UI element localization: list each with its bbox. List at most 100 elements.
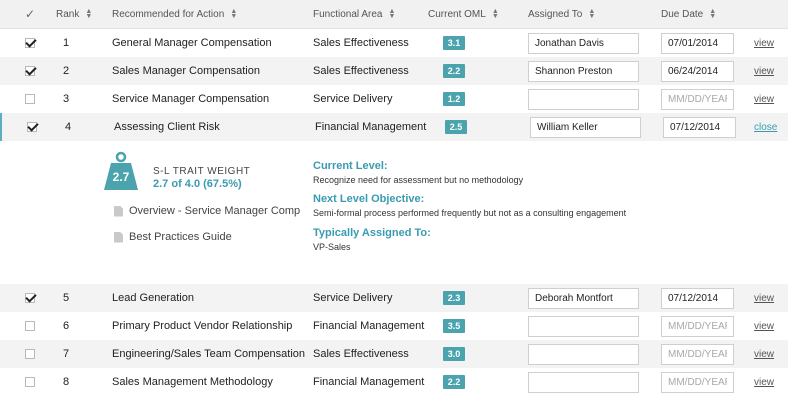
assigned-to-input[interactable] xyxy=(528,287,639,309)
header-area-label: Functional Area xyxy=(313,8,383,20)
row-action: Sales Management Methodology xyxy=(112,376,273,388)
table-row: 8 Sales Management Methodology Financial M… xyxy=(0,368,788,396)
header-due[interactable]: Due Date ▲ ▼ xyxy=(661,0,716,28)
view-link[interactable]: view xyxy=(754,94,774,105)
typically-assigned-text: VP-Sales xyxy=(313,242,351,252)
oml-badge: 2.2 xyxy=(443,375,465,389)
table-row: 4 Assessing Client Risk Financial Manageme… xyxy=(0,113,788,141)
oml-badge: 3.1 xyxy=(443,36,465,50)
row-rank: 2 xyxy=(63,65,70,77)
header-assigned[interactable]: Assigned To ▲ ▼ xyxy=(528,0,595,28)
due-date-input[interactable] xyxy=(663,116,736,138)
header-oml-label: Current OML xyxy=(428,8,486,20)
table-header: ✓ Rank ▲ ▼ Recommended for Action ▲ ▼ Functi… xyxy=(0,0,788,29)
doc-link-best-practices[interactable]: Best Practices Guide xyxy=(114,231,232,243)
next-level-text: Semi-formal process performed frequently… xyxy=(313,208,627,218)
row-area: Financial Management xyxy=(313,376,425,388)
table-row: 5 Lead Generation Service Delivery 2.3 view xyxy=(0,284,788,312)
due-date-input[interactable] xyxy=(661,343,734,365)
next-level-title: Next Level Objective: xyxy=(313,193,425,205)
assigned-to-input[interactable] xyxy=(528,60,639,82)
oml-badge: 1.2 xyxy=(443,92,465,106)
row-action: Service Manager Compensation xyxy=(112,93,270,105)
trait-weight-badge: 2.7 xyxy=(112,170,130,184)
current-level-text: Recognize need for assessment but no met… xyxy=(313,175,524,185)
typically-assigned-title: Typically Assigned To: xyxy=(313,227,431,239)
due-date-input[interactable] xyxy=(661,32,734,54)
sort-icon[interactable]: ▲ ▼ xyxy=(85,8,92,20)
header-area[interactable]: Functional Area ▲ ▼ xyxy=(313,0,396,28)
row-action: General Manager Compensation xyxy=(112,37,272,49)
assigned-to-input[interactable] xyxy=(528,315,639,337)
assigned-to-input[interactable] xyxy=(528,371,639,393)
row-checkbox[interactable] xyxy=(25,377,35,387)
row-checkbox[interactable] xyxy=(25,66,35,76)
row-rank: 1 xyxy=(63,37,70,49)
row-rank: 3 xyxy=(63,93,70,105)
assigned-to-input[interactable] xyxy=(528,32,639,54)
trait-weight-title: S-L TRAIT WEIGHT xyxy=(153,166,251,177)
assigned-to-input[interactable] xyxy=(530,116,641,138)
table-row: 3 Service Manager Compensation Service Del… xyxy=(0,85,788,113)
sort-icon[interactable]: ▲ ▼ xyxy=(492,8,499,20)
row-area: Sales Effectiveness xyxy=(313,65,409,77)
row-action: Primary Product Vendor Relationship xyxy=(112,320,293,332)
header-due-label: Due Date xyxy=(661,8,704,20)
view-link[interactable]: view xyxy=(754,293,774,304)
row-checkbox[interactable] xyxy=(25,38,35,48)
view-link[interactable]: view xyxy=(754,349,774,360)
document-icon xyxy=(114,231,123,243)
select-all-check-icon[interactable]: ✓ xyxy=(25,0,35,28)
document-icon xyxy=(114,205,123,217)
table-row: 7 Engineering/Sales Team Compensation Sale… xyxy=(0,340,788,368)
due-date-input[interactable] xyxy=(661,315,734,337)
due-date-input[interactable] xyxy=(661,287,734,309)
due-date-input[interactable] xyxy=(661,88,734,110)
row-action: Lead Generation xyxy=(112,292,194,304)
row-rank: 4 xyxy=(65,121,72,133)
doc-link-label: Overview - Service Manager Comp xyxy=(129,205,301,217)
row-area: Financial Management xyxy=(315,121,427,133)
doc-link-overview[interactable]: Overview - Service Manager Comp xyxy=(114,205,300,217)
row-area: Service Delivery xyxy=(313,93,393,105)
close-link[interactable]: close xyxy=(754,122,777,133)
row-checkbox[interactable] xyxy=(25,94,35,104)
row-checkbox[interactable] xyxy=(25,321,35,331)
row-rank: 7 xyxy=(63,348,70,360)
view-link[interactable]: view xyxy=(754,38,774,49)
view-link[interactable]: view xyxy=(754,321,774,332)
sort-icon[interactable]: ▲ ▼ xyxy=(588,8,595,20)
row-action: Assessing Client Risk xyxy=(114,121,220,133)
assigned-to-input[interactable] xyxy=(528,343,639,365)
row-area: Sales Effectiveness xyxy=(313,37,409,49)
trait-weight-value: 2.7 of 4.0 (67.5%) xyxy=(153,178,242,190)
row-area: Service Delivery xyxy=(313,292,393,304)
row-action: Engineering/Sales Team Compensation xyxy=(112,348,306,360)
row-checkbox[interactable] xyxy=(25,349,35,359)
assigned-to-input[interactable] xyxy=(528,88,639,110)
oml-badge: 2.5 xyxy=(445,120,467,134)
row-rank: 8 xyxy=(63,376,70,388)
due-date-input[interactable] xyxy=(661,371,734,393)
row-area: Financial Management xyxy=(313,320,425,332)
doc-link-label: Best Practices Guide xyxy=(129,231,232,243)
header-rank[interactable]: Rank ▲ ▼ xyxy=(56,0,92,28)
row-checkbox[interactable] xyxy=(27,122,37,132)
header-action[interactable]: Recommended for Action ▲ ▼ xyxy=(112,0,237,28)
oml-badge: 3.0 xyxy=(443,347,465,361)
row-rank: 6 xyxy=(63,320,70,332)
row-checkbox[interactable] xyxy=(25,293,35,303)
table-row: 2 Sales Manager Compensation Sales Effecti… xyxy=(0,57,788,85)
table-row: 1 General Manager Compensation Sales Effec… xyxy=(0,29,788,57)
due-date-input[interactable] xyxy=(661,60,734,82)
header-oml[interactable]: Current OML ▲ ▼ xyxy=(428,0,499,28)
sort-icon[interactable]: ▲ ▼ xyxy=(230,8,237,20)
sort-icon[interactable]: ▲ ▼ xyxy=(389,8,396,20)
view-link[interactable]: view xyxy=(754,377,774,388)
oml-badge: 2.3 xyxy=(443,291,465,305)
sort-icon[interactable]: ▲ ▼ xyxy=(709,8,716,20)
header-rank-label: Rank xyxy=(56,8,80,20)
current-level-title: Current Level: xyxy=(313,160,388,172)
view-link[interactable]: view xyxy=(754,66,774,77)
row-rank: 5 xyxy=(63,292,70,304)
